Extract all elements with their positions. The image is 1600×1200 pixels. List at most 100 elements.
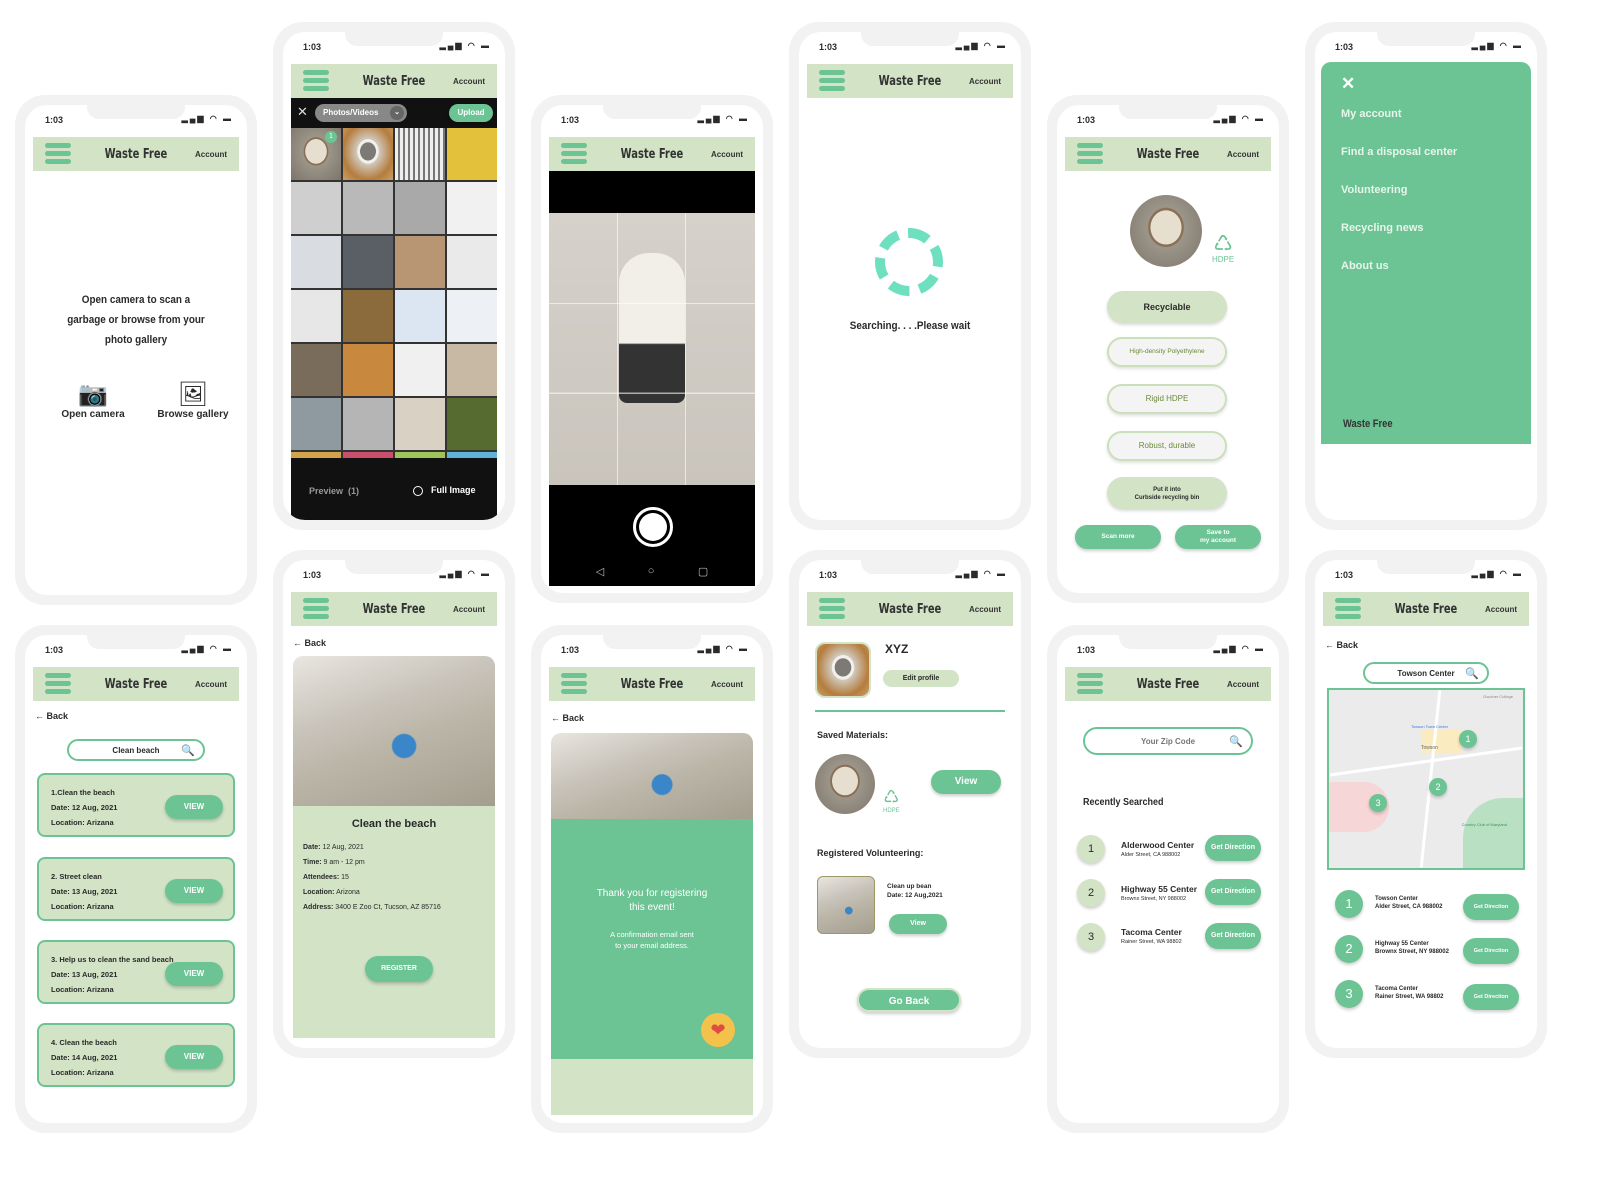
photo-thumb[interactable] <box>343 128 393 180</box>
photo-thumb[interactable] <box>343 344 393 396</box>
photo-thumb[interactable] <box>395 290 445 342</box>
center-info: Tacoma Center Rainer Street, WA 98802 <box>1121 927 1182 945</box>
view-button[interactable]: VIEW <box>165 962 223 986</box>
photo-thumb[interactable] <box>395 344 445 396</box>
get-direction-button[interactable]: Get Direction <box>1463 894 1519 920</box>
account-link[interactable]: Account <box>195 680 227 689</box>
event-image <box>551 733 753 819</box>
open-camera-button[interactable]: 📷 Open camera <box>53 380 133 420</box>
menu-item-volunteering[interactable]: Volunteering <box>1341 184 1511 196</box>
account-link[interactable]: Account <box>453 77 485 86</box>
preview-button[interactable]: Preview (1) <box>309 486 359 496</box>
app-bar: Waste Free Account <box>807 64 1013 98</box>
get-direction-button[interactable]: Get Direction <box>1205 835 1261 861</box>
photo-thumb[interactable] <box>291 344 341 396</box>
photo-thumb[interactable] <box>343 290 393 342</box>
upload-button[interactable]: Upload <box>449 104 493 122</box>
search-icon[interactable]: 🔍 <box>1229 735 1243 748</box>
map-pin[interactable]: 3 <box>1369 794 1387 812</box>
photo-thumb[interactable] <box>447 398 497 450</box>
profile-name: XYZ <box>885 642 909 656</box>
photo-thumb[interactable] <box>291 182 341 234</box>
center-number: 3 <box>1335 980 1363 1008</box>
photo-thumb[interactable] <box>447 290 497 342</box>
app-bar: Waste Free Account <box>1323 592 1529 626</box>
map-label-towson: Towson <box>1421 745 1438 751</box>
menu-item-about-us[interactable]: About us <box>1341 260 1511 272</box>
map-view[interactable]: Towson Towson Town Center Goucher Colleg… <box>1327 688 1525 870</box>
photo-thumb[interactable] <box>343 398 393 450</box>
account-link[interactable]: Account <box>711 680 743 689</box>
photo-thumb-selected[interactable]: 1 <box>291 128 341 180</box>
close-icon[interactable]: ✕ <box>297 104 308 120</box>
view-saved-button[interactable]: View <box>931 770 1001 794</box>
account-link[interactable]: Account <box>1227 680 1259 689</box>
account-link[interactable]: Account <box>1485 605 1517 614</box>
photo-thumb[interactable] <box>395 128 445 180</box>
center-number: 1 <box>1077 835 1105 863</box>
registered-event-info: Clean up bean Date: 12 Aug,2021 <box>887 883 943 899</box>
register-button[interactable]: REGISTER <box>365 956 433 982</box>
shutter-button[interactable] <box>633 507 673 547</box>
account-link[interactable]: Account <box>1227 150 1259 159</box>
status-time: 1:03 <box>303 42 322 52</box>
view-button[interactable]: VIEW <box>165 1045 223 1069</box>
photo-thumb[interactable] <box>447 128 497 180</box>
search-icon[interactable]: 🔍 <box>181 744 195 757</box>
phone-camera: 1:03 ▂▄▆ ◠ ▬ Waste Free Account ◁ ○ ▢ <box>531 95 773 603</box>
back-button[interactable]: ← Back <box>35 711 68 721</box>
photo-grid: 1 <box>291 128 497 504</box>
photo-thumb[interactable] <box>395 236 445 288</box>
location-search-input[interactable]: Towson Center 🔍 <box>1363 662 1489 684</box>
get-direction-button[interactable]: Get Direction <box>1463 984 1519 1010</box>
photo-thumb[interactable] <box>447 344 497 396</box>
back-button[interactable]: ← Back <box>1325 640 1358 650</box>
account-link[interactable]: Account <box>195 150 227 159</box>
view-button[interactable]: VIEW <box>165 879 223 903</box>
map-pin[interactable]: 1 <box>1459 730 1477 748</box>
photo-thumb[interactable] <box>343 182 393 234</box>
photo-thumb[interactable] <box>447 182 497 234</box>
album-dropdown[interactable]: Photos/Videos ⌄ <box>315 104 407 122</box>
zip-code-input[interactable]: Your Zip Code 🔍 <box>1083 727 1253 755</box>
photo-thumb[interactable] <box>447 236 497 288</box>
edit-profile-button[interactable]: Edit profile <box>883 670 959 687</box>
get-direction-button[interactable]: Get Direction <box>1463 938 1519 964</box>
view-button[interactable]: VIEW <box>165 795 223 819</box>
search-icon[interactable]: 🔍 <box>1465 667 1479 680</box>
nav-recent-icon[interactable]: ▢ <box>698 565 708 578</box>
photo-thumb[interactable] <box>291 398 341 450</box>
go-back-button[interactable]: Go Back <box>857 988 961 1012</box>
account-link[interactable]: Account <box>711 150 743 159</box>
nav-home-icon[interactable]: ○ <box>648 565 655 578</box>
get-direction-button[interactable]: Get Direction <box>1205 923 1261 949</box>
account-link[interactable]: Account <box>969 605 1001 614</box>
photo-thumb[interactable] <box>395 398 445 450</box>
arrow-left-icon: ← <box>35 711 44 721</box>
event-card: 1.Clean the beach Date: 12 Aug, 2021 Locat… <box>37 773 235 837</box>
photo-thumb[interactable] <box>343 236 393 288</box>
full-image-toggle[interactable]: Full Image <box>413 485 476 496</box>
status-time: 1:03 <box>1335 42 1354 52</box>
get-direction-button[interactable]: Get Direction <box>1205 879 1261 905</box>
nav-back-icon[interactable]: ◁ <box>596 565 604 578</box>
browse-gallery-button[interactable]: 🖼 Browse gallery <box>153 380 233 420</box>
view-event-button[interactable]: View <box>889 914 947 934</box>
account-link[interactable]: Account <box>453 605 485 614</box>
scan-more-button[interactable]: Scan more <box>1075 525 1161 549</box>
photo-thumb[interactable] <box>291 236 341 288</box>
account-link[interactable]: Account <box>969 77 1001 86</box>
profile-avatar <box>815 642 871 698</box>
search-input[interactable]: Clean beach 🔍 <box>67 739 205 761</box>
back-button[interactable]: ← Back <box>551 713 584 723</box>
close-menu-icon[interactable]: ✕ <box>1341 74 1511 94</box>
photo-thumb[interactable] <box>291 290 341 342</box>
saved-materials-heading: Saved Materials: <box>817 730 889 740</box>
save-to-account-button[interactable]: Save to my account <box>1175 525 1261 549</box>
back-button[interactable]: ← Back <box>293 638 326 648</box>
menu-item-my-account[interactable]: My account <box>1341 108 1511 120</box>
menu-item-find-disposal-center[interactable]: Find a disposal center <box>1341 146 1511 158</box>
menu-item-recycling-news[interactable]: Recycling news <box>1341 222 1511 234</box>
photo-thumb[interactable] <box>395 182 445 234</box>
map-pin[interactable]: 2 <box>1429 778 1447 796</box>
